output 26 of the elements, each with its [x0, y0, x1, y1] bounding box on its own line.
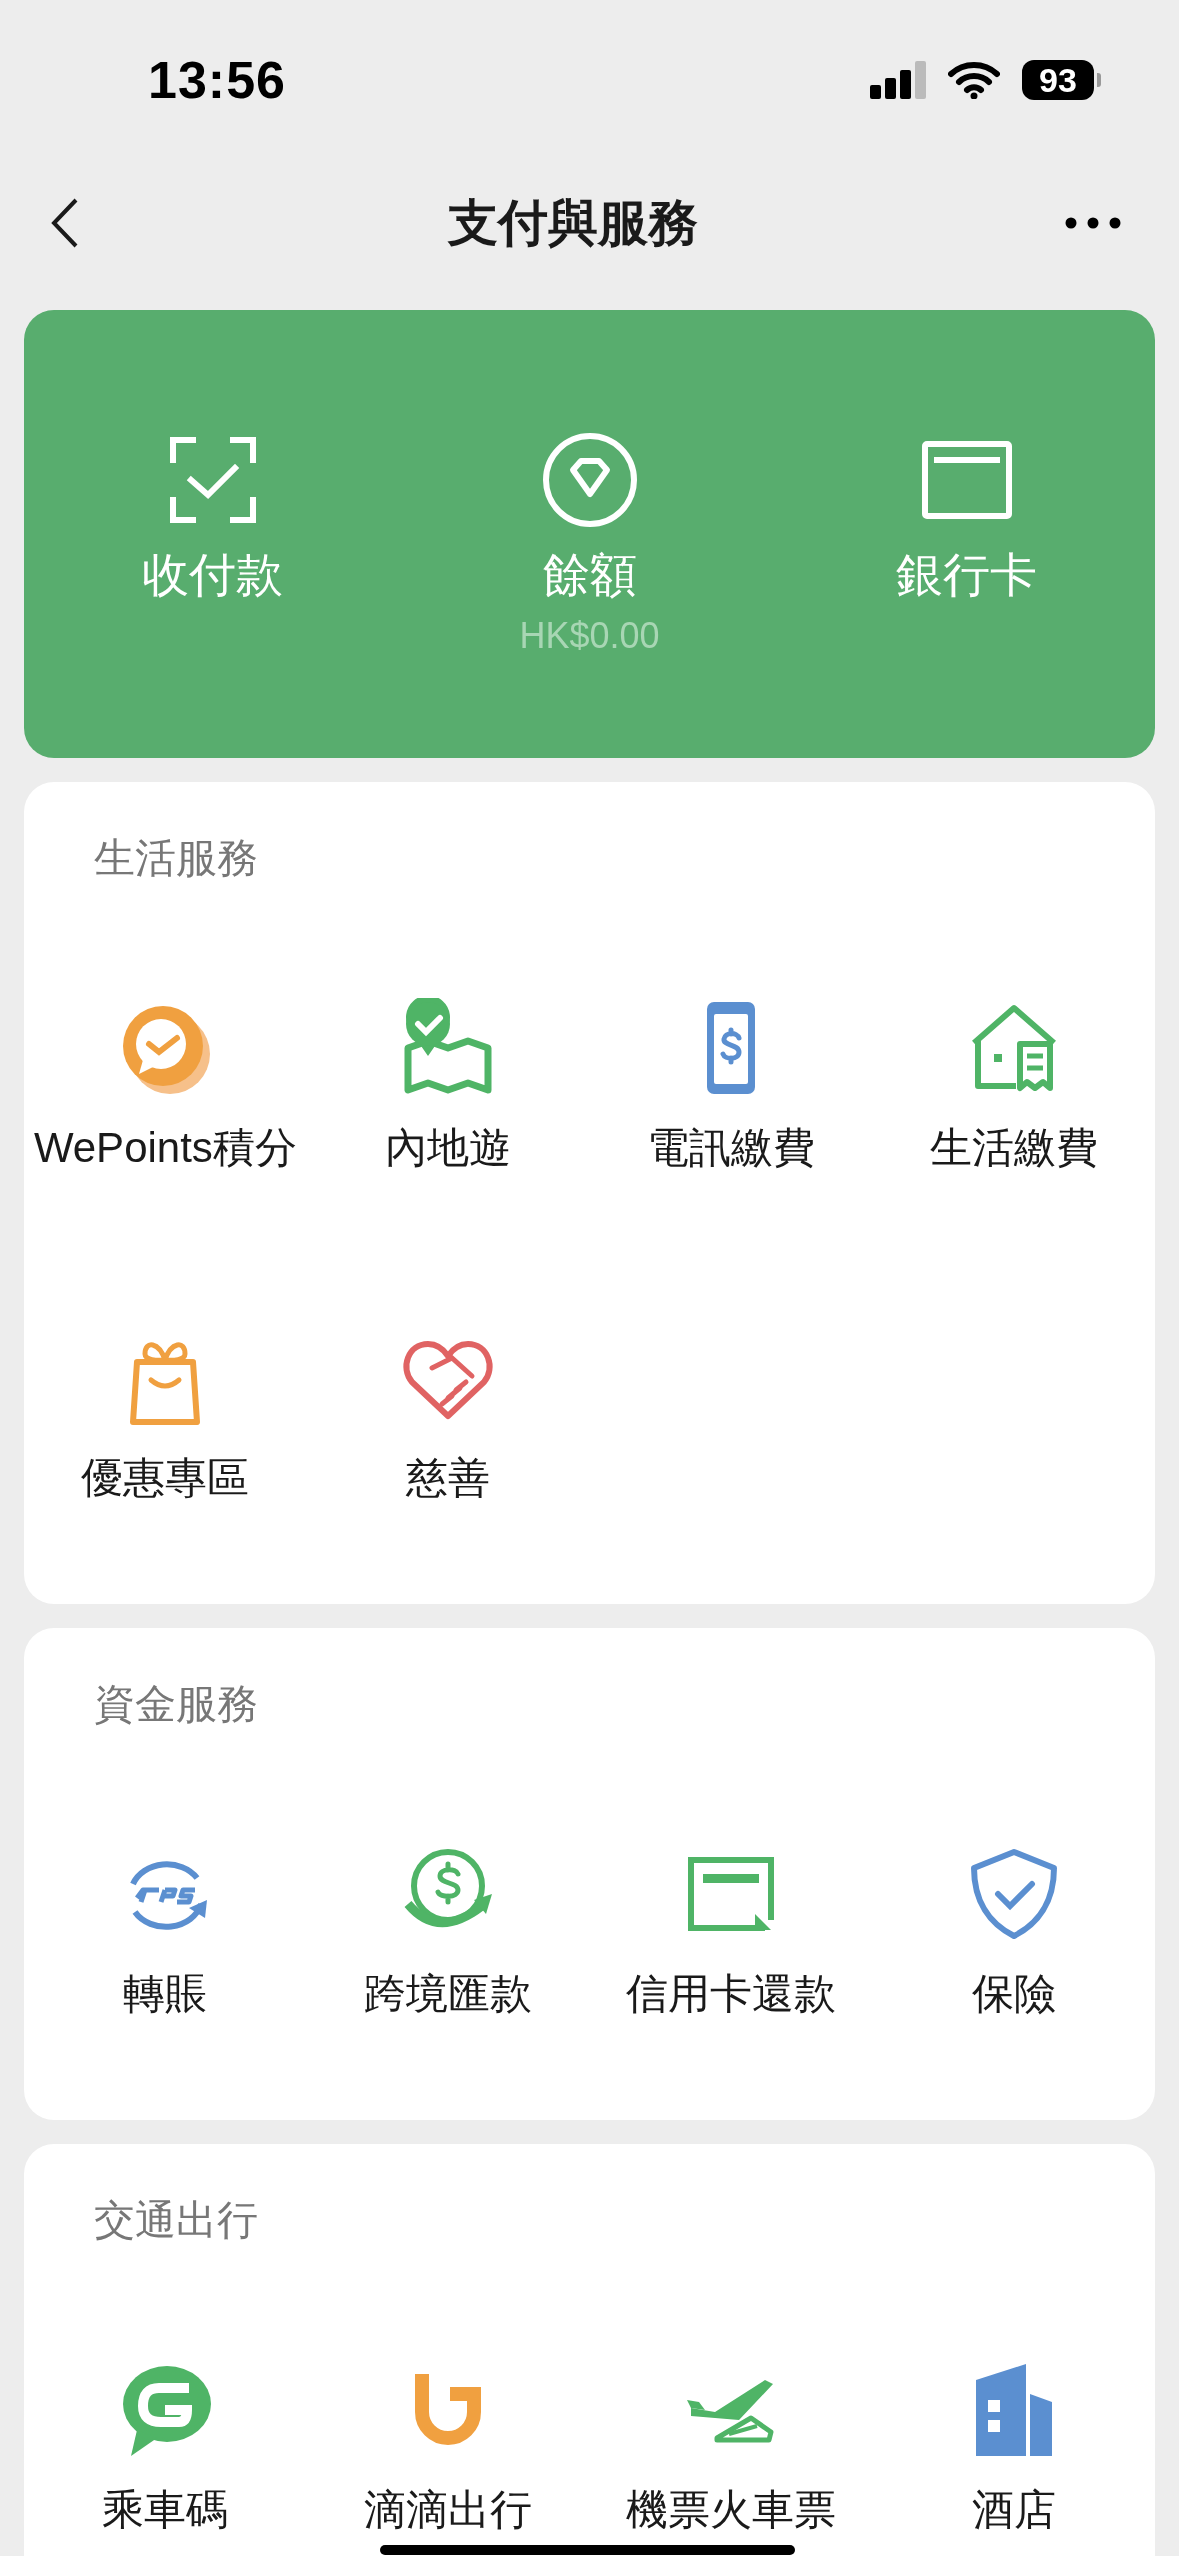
service-label[interactable]: 電訊繳費	[646, 1123, 815, 1173]
service-label[interactable]: 轉賬	[123, 1969, 208, 2019]
status-time: 13:56	[148, 50, 286, 110]
more-icon	[1065, 217, 1121, 229]
service-label[interactable]: 優惠專區	[81, 1453, 250, 1503]
service-label[interactable]: 保險	[971, 1969, 1056, 2019]
service-label[interactable]: 信用卡還款	[625, 1969, 836, 2019]
service-label[interactable]: 慈善	[406, 1453, 491, 1503]
page-title: 支付與服務	[447, 193, 698, 253]
back-button[interactable]	[50, 197, 80, 249]
service-label[interactable]: 跨境匯款	[364, 1969, 533, 2019]
back-icon	[50, 197, 80, 249]
section-title: 交通出行	[94, 2196, 259, 2245]
signal-icon	[870, 61, 926, 99]
service-label[interactable]: 機票火車票	[625, 2485, 836, 2535]
service-label[interactable]: 酒店	[971, 2485, 1056, 2535]
service-label[interactable]: 滴滴出行	[364, 2485, 533, 2535]
section-title: 資金服務	[94, 1680, 259, 1729]
balance-amount: HK$0.00	[519, 614, 660, 658]
service-label[interactable]: 乘車碼	[102, 2485, 229, 2535]
more-button[interactable]	[1065, 217, 1121, 229]
wifi-icon	[948, 61, 1000, 99]
section-title: 生活服務	[94, 834, 259, 883]
service-label[interactable]: 生活繳費	[929, 1123, 1098, 1173]
service-label[interactable]: 內地遊	[385, 1123, 512, 1173]
service-label[interactable]: WePoints積分	[33, 1123, 297, 1173]
